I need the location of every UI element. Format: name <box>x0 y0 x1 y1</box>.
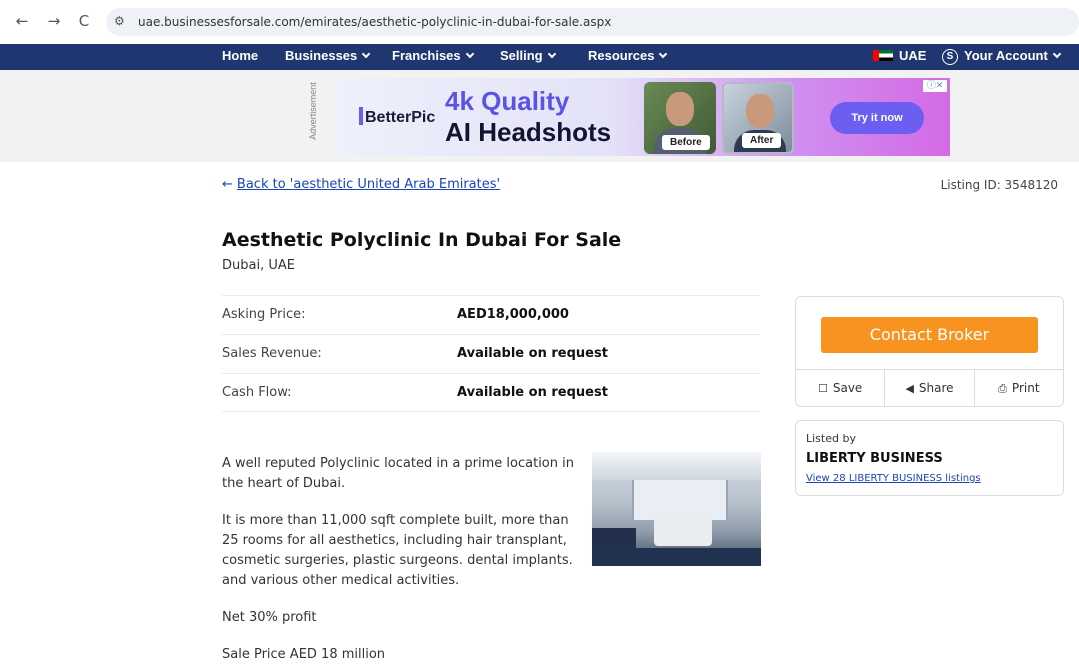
reload-icon[interactable]: C <box>74 11 94 31</box>
back-arrow-icon[interactable]: ← <box>12 11 32 31</box>
contact-card: Contact Broker ☐ Save ◀ Share ⎙ Print <box>795 296 1064 407</box>
bookmark-icon: ☐ <box>817 382 828 395</box>
broker-listings-link[interactable]: View 28 LIBERTY BUSINESS listings <box>806 473 981 484</box>
ad-after-tag: After <box>742 133 782 148</box>
ad-headline-2: AI Headshots <box>445 117 612 147</box>
sales-revenue-value: Available on request <box>457 346 608 361</box>
uae-flag-icon <box>873 50 893 61</box>
listing-description: A well reputed Polyclinic located in a p… <box>222 454 582 669</box>
nav-item-resources[interactable]: Resources <box>588 48 668 63</box>
description-paragraph: It is more than 11,000 sqft complete bui… <box>222 513 573 588</box>
ad-band: Advertisement BetterPic 4k Quality AI He… <box>0 70 1079 162</box>
save-button[interactable]: ☐ Save <box>796 370 886 407</box>
broker-name: LIBERTY BUSINESS <box>806 451 943 466</box>
ad-brand: BetterPic <box>359 104 435 127</box>
ad-before-tag: Before <box>662 135 710 150</box>
cash-flow-label: Cash Flow: <box>222 385 292 400</box>
listing-location: Dubai, UAE <box>222 258 295 273</box>
address-bar[interactable]: ⚙ uae.businessesforsale.com/emirates/aes… <box>106 8 1079 36</box>
table-row: Sales Revenue: Available on request <box>222 334 760 373</box>
ad-after-photo: After <box>722 82 794 154</box>
account-circle-icon: S <box>942 49 958 65</box>
chevron-down-icon <box>1052 49 1062 59</box>
sales-revenue-label: Sales Revenue: <box>222 346 322 361</box>
site-navigation: Home Businesses Franchises Selling Resou… <box>0 44 1079 70</box>
asking-price-value: AED18,000,000 <box>457 307 569 322</box>
country-selector[interactable]: UAE <box>873 48 926 63</box>
chevron-down-icon <box>659 49 668 59</box>
cash-flow-value: Available on request <box>457 385 608 400</box>
nav-item-selling[interactable]: Selling <box>500 48 556 63</box>
asking-price-label: Asking Price: <box>222 307 306 322</box>
betterpic-logo-icon <box>359 107 363 125</box>
nav-item-franchises[interactable]: Franchises <box>392 48 474 63</box>
ad-headline-1: 4k Quality <box>445 86 570 116</box>
chevron-down-icon <box>362 49 371 59</box>
printer-icon: ⎙ <box>998 382 1007 395</box>
listed-by-label: Listed by <box>806 432 856 445</box>
listed-by-card: Listed by LIBERTY BUSINESS View 28 LIBER… <box>795 420 1064 496</box>
description-paragraph: Sale Price AED 18 million <box>222 647 386 662</box>
contact-broker-button[interactable]: Contact Broker <box>821 317 1038 353</box>
site-settings-icon[interactable]: ⚙ <box>114 14 125 28</box>
url-text[interactable]: uae.businessesforsale.com/emirates/aesth… <box>138 15 611 29</box>
ad-close-icon[interactable]: ⓘ✕ <box>923 80 947 92</box>
table-row: Asking Price: AED18,000,000 <box>222 295 760 334</box>
chevron-down-icon <box>547 49 556 59</box>
listing-actions: ☐ Save ◀ Share ⎙ Print <box>796 369 1063 407</box>
print-button[interactable]: ⎙ Print <box>975 370 1063 407</box>
description-paragraph: A well reputed Polyclinic located in a p… <box>222 456 574 491</box>
listing-photo[interactable] <box>592 452 761 566</box>
ad-banner[interactable]: BetterPic 4k Quality AI Headshots Before… <box>337 78 950 156</box>
chevron-down-icon <box>465 49 474 59</box>
forward-arrow-icon[interactable]: → <box>44 11 64 31</box>
description-paragraph: Net 30% profit <box>222 610 317 625</box>
table-row: Cash Flow: Available on request <box>222 373 760 412</box>
share-icon: ◀ <box>905 382 914 395</box>
page-title: Aesthetic Polyclinic In Dubai For Sale <box>222 229 622 251</box>
nav-item-home[interactable]: Home <box>222 48 258 63</box>
listing-id: Listing ID: 3548120 <box>940 178 1058 192</box>
arrow-left-icon: ← <box>222 177 233 192</box>
financials-table: Asking Price: AED18,000,000 Sales Revenu… <box>222 295 760 412</box>
ad-label: Advertisement <box>308 82 318 140</box>
back-to-search-link[interactable]: ← Back to 'aesthetic United Arab Emirates… <box>222 177 500 192</box>
browser-toolbar: ← → C ⚙ uae.businessesforsale.com/emirat… <box>0 0 1079 44</box>
nav-item-businesses[interactable]: Businesses <box>285 48 371 63</box>
account-menu[interactable]: S Your Account <box>942 48 1062 66</box>
ad-try-it-now-button[interactable]: Try it now <box>830 102 924 134</box>
share-button[interactable]: ◀ Share <box>885 370 975 407</box>
ad-before-photo: Before <box>644 82 716 154</box>
